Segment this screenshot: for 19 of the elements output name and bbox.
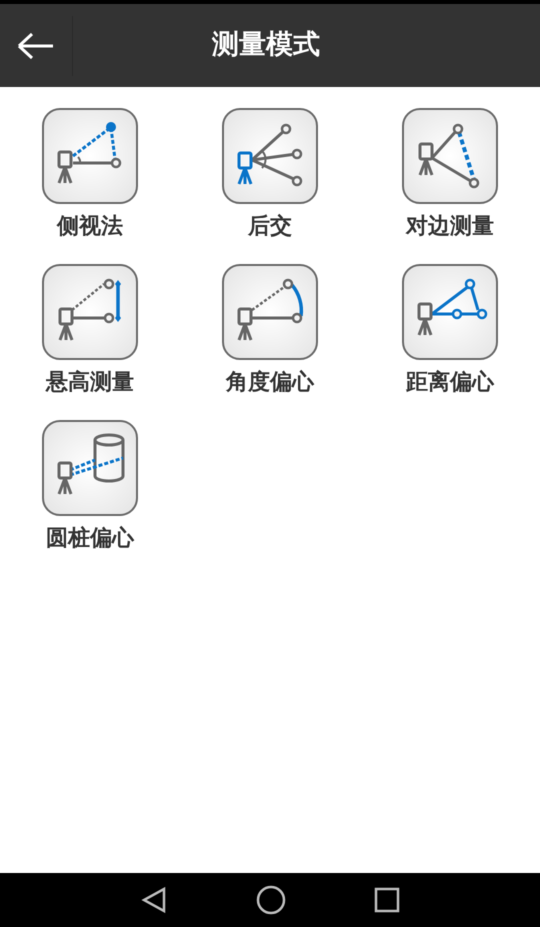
mode-label: 圆桩偏心 xyxy=(46,524,134,553)
home-circle-icon[interactable] xyxy=(256,885,286,915)
back-triangle-icon[interactable] xyxy=(140,886,168,914)
mode-label: 角度偏心 xyxy=(226,368,314,397)
mode-tile[interactable] xyxy=(222,264,318,360)
mode-label: 侧视法 xyxy=(57,213,123,241)
square-recents-icon[interactable] xyxy=(374,887,400,913)
mode-tile[interactable] xyxy=(42,264,138,360)
mode-label: 后交 xyxy=(248,212,292,241)
mode-tile[interactable] xyxy=(402,264,498,360)
mode-label: 对边测量 xyxy=(406,213,494,241)
mode-label: 距离偏心 xyxy=(406,368,494,397)
page-title: 测量模式 xyxy=(210,28,321,62)
mode-label: 悬高测量 xyxy=(46,368,134,397)
mode-tile[interactable] xyxy=(222,108,318,204)
back-arrow-icon xyxy=(16,30,56,60)
mode-tile[interactable] xyxy=(402,108,498,204)
mode-tile[interactable] xyxy=(42,420,138,516)
mode-tile[interactable] xyxy=(42,108,138,204)
